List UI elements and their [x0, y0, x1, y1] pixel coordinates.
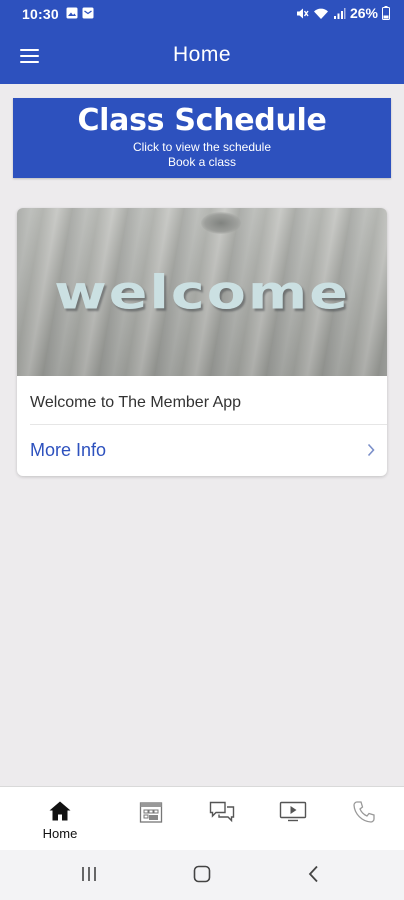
- chat-icon: [209, 801, 235, 823]
- phone-icon: [353, 801, 375, 823]
- nav-video[interactable]: [258, 787, 328, 851]
- video-icon: [279, 801, 307, 822]
- nav-phone[interactable]: [329, 787, 399, 851]
- welcome-image-text: welcome: [54, 265, 350, 321]
- page-title: Home: [172, 43, 232, 66]
- nav-home[interactable]: Home: [25, 787, 95, 851]
- battery-percent: 26%: [349, 5, 378, 21]
- gallery-notification-icon: [66, 7, 78, 19]
- nav-chat[interactable]: [187, 787, 257, 851]
- wifi-icon: [313, 8, 328, 19]
- mute-icon: [296, 8, 309, 18]
- bottom-navigation: Home: [0, 786, 404, 851]
- status-bar: 10:30 26%: [0, 0, 404, 28]
- welcome-image: welcome: [17, 208, 387, 376]
- signal-icon: [333, 7, 346, 19]
- schedule-subtitle-2: Book a class: [167, 155, 237, 169]
- notification-icons: [66, 7, 94, 19]
- home-icon: [49, 801, 71, 821]
- message-notification-icon: [82, 7, 94, 19]
- nav-schedule[interactable]: [116, 787, 186, 851]
- system-home-icon[interactable]: [192, 864, 212, 884]
- schedule-title: Class Schedule: [77, 103, 327, 138]
- app-bar: Home: [0, 28, 404, 84]
- more-info-label: More Info: [30, 440, 107, 460]
- status-right: 26%: [296, 5, 390, 21]
- status-time: 10:30: [22, 6, 59, 22]
- battery-icon: [382, 6, 390, 20]
- more-info-link[interactable]: More Info: [17, 425, 387, 476]
- welcome-card: welcome Welcome to The Member App More I…: [17, 208, 387, 476]
- class-schedule-button[interactable]: Class Schedule Click to view the schedul…: [13, 98, 391, 178]
- welcome-text: Welcome to The Member App: [30, 394, 242, 411]
- chevron-right-icon: [367, 443, 375, 457]
- system-navigation-bar: [0, 850, 404, 900]
- calendar-icon: [139, 802, 163, 823]
- recent-apps-icon[interactable]: [80, 864, 98, 884]
- back-icon[interactable]: [306, 864, 322, 884]
- nav-home-label: Home: [42, 826, 78, 841]
- schedule-subtitle-1: Click to view the schedule: [132, 140, 272, 154]
